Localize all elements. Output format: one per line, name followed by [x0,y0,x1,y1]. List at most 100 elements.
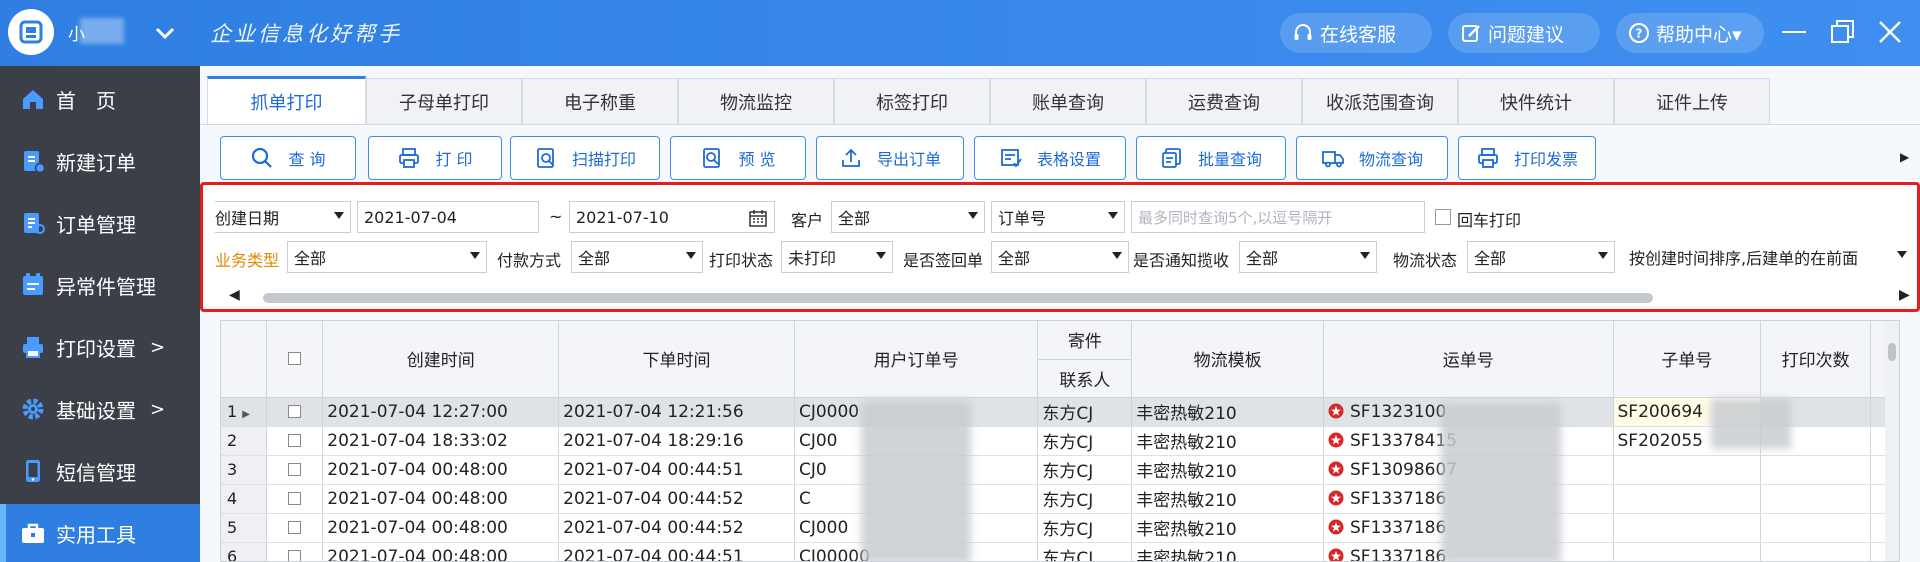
sidebar-item-basic-settings[interactable]: 基础设置 > [0,380,200,438]
calendar-icon[interactable] [748,208,768,228]
pay-method-select[interactable]: 全部 [571,241,703,273]
toolbar-scroll-right-icon[interactable]: ▶ [1900,150,1909,164]
cell-ordered[interactable]: 2021-07-04 00:44:51 [558,455,795,485]
minimize-icon[interactable] [1776,14,1812,50]
logistics-query-button[interactable]: 物流查询 [1296,136,1448,180]
row-checkbox[interactable] [288,492,302,505]
tab-coverage-query[interactable]: 收派范围查询 [1302,78,1458,124]
customer-select[interactable]: 全部 [831,201,985,233]
scroll-right-icon[interactable]: ▶ [1899,287,1910,303]
restore-icon[interactable] [1824,14,1860,50]
cell-template[interactable]: 丰密热敏210 [1131,484,1324,514]
sign-back-select[interactable]: 全部 [991,241,1129,273]
sort-order-select[interactable]: 按创建时间排序,后建单的在前面 [1623,241,1913,273]
row-select[interactable] [266,397,324,427]
cell-print-count[interactable] [1760,513,1872,543]
column-header-sender[interactable]: 寄件 [1037,321,1133,360]
cell-sender[interactable]: 东方CJ [1037,542,1133,561]
cell-template[interactable]: 丰密热敏210 [1131,513,1324,543]
scan-print-button[interactable]: 扫描打印 [510,136,660,180]
table-row[interactable]: 3 2021-07-04 00:48:00 2021-07-04 00:44:51 C… [221,455,1899,485]
tab-label-print[interactable]: 标签打印 [834,78,990,124]
tab-e-weigh[interactable]: 电子称重 [522,78,678,124]
column-header-user-order[interactable]: 用户订单号 [794,321,1039,398]
cell-template[interactable]: 丰密热敏210 [1131,397,1324,427]
select-all-checkbox[interactable] [288,352,302,366]
table-row[interactable]: 1 ▶ 2021-07-04 12:27:00 2021-07-04 12:21:5… [221,397,1899,427]
cell-ordered[interactable]: 2021-07-04 18:29:16 [558,426,795,456]
row-checkbox[interactable] [288,405,302,418]
cell-sender[interactable]: 东方CJ [1037,513,1133,543]
print-status-select[interactable]: 未打印 [781,241,893,273]
online-service-button[interactable]: 在线客服 [1280,13,1432,53]
cell-sub-order[interactable] [1613,542,1762,561]
sidebar-item-exception[interactable]: 异常件管理 [0,256,200,314]
row-select[interactable] [266,513,324,543]
cell-ordered[interactable]: 2021-07-04 00:44:51 [558,542,795,561]
table-row[interactable]: 2 2021-07-04 18:33:02 2021-07-04 18:29:16 C… [221,426,1899,456]
table-row[interactable]: 4 2021-07-04 00:48:00 2021-07-04 00:44:52 C… [221,484,1899,514]
cell-print-count[interactable] [1760,455,1872,485]
filter-scrollbar[interactable] [263,293,1653,303]
cell-created[interactable]: 2021-07-04 00:48:00 [322,484,560,514]
table-scroll-thumb[interactable] [1888,343,1896,361]
query-field-select[interactable]: 订单号 [991,201,1125,233]
cell-print-count[interactable] [1760,484,1872,514]
cell-template[interactable]: 丰密热敏210 [1131,426,1324,456]
tab-freight-query[interactable]: 运费查询 [1146,78,1302,124]
sidebar-item-tools[interactable]: 实用工具 [0,504,200,562]
tab-logistics-monitor[interactable]: 物流监控 [678,78,834,124]
tab-parent-child-print[interactable]: 子母单打印 [366,78,522,124]
row-select[interactable] [266,455,324,485]
batch-query-button[interactable]: 批量查询 [1136,136,1286,180]
tab-bill-query[interactable]: 账单查询 [990,78,1146,124]
row-select[interactable] [266,426,324,456]
cell-created[interactable]: 2021-07-04 00:48:00 [322,513,560,543]
cell-ordered[interactable]: 2021-07-04 12:21:56 [558,397,795,427]
column-header-template[interactable]: 物流模板 [1131,321,1324,398]
date-to-input[interactable]: 2021-07-10 [569,201,775,233]
date-type-select[interactable]: 创建日期 [215,201,351,233]
column-header-created[interactable]: 创建时间 [322,321,560,398]
sidebar-item-home[interactable]: 首 页 [0,70,200,128]
cell-sub-order[interactable] [1613,484,1762,514]
cell-sub-order[interactable] [1613,455,1762,485]
preview-button[interactable]: 预 览 [670,136,806,180]
cell-created[interactable]: 2021-07-04 00:48:00 [322,455,560,485]
row-checkbox[interactable] [288,434,302,447]
column-header-ordered[interactable]: 下单时间 [558,321,795,398]
table-scrollbar[interactable] [1885,321,1899,561]
query-button[interactable]: 查 询 [220,136,356,180]
row-checkbox[interactable] [288,521,302,534]
cell-created[interactable]: 2021-07-04 18:33:02 [322,426,560,456]
notify-pickup-select[interactable]: 全部 [1239,241,1377,273]
column-header-sub-order[interactable]: 子单号 [1613,321,1762,398]
order-search-input[interactable]: 最多同时查询5个,以逗号隔开 [1131,201,1425,233]
enter-print-checkbox[interactable] [1435,209,1451,225]
row-select[interactable] [266,542,324,561]
tab-cert-upload[interactable]: 证件上传 [1614,78,1770,124]
cell-sender[interactable]: 东方CJ [1037,426,1133,456]
print-invoice-button[interactable]: 打印发票 [1458,136,1596,180]
help-center-button[interactable]: ? 帮助中心▾ [1616,13,1764,53]
cell-sender[interactable]: 东方CJ [1037,455,1133,485]
tab-express-stats[interactable]: 快件统计 [1458,78,1614,124]
cell-sub-order[interactable] [1613,513,1762,543]
row-checkbox[interactable] [288,463,302,476]
scroll-left-icon[interactable]: ◀ [229,287,240,303]
close-icon[interactable] [1872,14,1908,50]
sidebar-item-print-settings[interactable]: 打印设置 > [0,318,200,376]
cell-ordered[interactable]: 2021-07-04 00:44:52 [558,484,795,514]
date-from-input[interactable]: 2021-07-04 [357,201,539,233]
sidebar-item-sms[interactable]: 短信管理 [0,442,200,500]
cell-created[interactable]: 2021-07-04 12:27:00 [322,397,560,427]
column-header-print-count[interactable]: 打印次数 [1760,321,1872,398]
cell-ordered[interactable]: 2021-07-04 00:44:52 [558,513,795,543]
select-all-header[interactable] [266,321,324,398]
cell-sender[interactable]: 东方CJ [1037,484,1133,514]
column-header-contact[interactable]: 联系人 [1037,359,1133,398]
cell-created[interactable]: 2021-07-04 00:48:00 [322,542,560,561]
column-header-waybill[interactable]: 运单号 [1323,321,1614,398]
row-checkbox[interactable] [288,550,302,561]
cell-sender[interactable]: 东方CJ [1037,397,1133,427]
